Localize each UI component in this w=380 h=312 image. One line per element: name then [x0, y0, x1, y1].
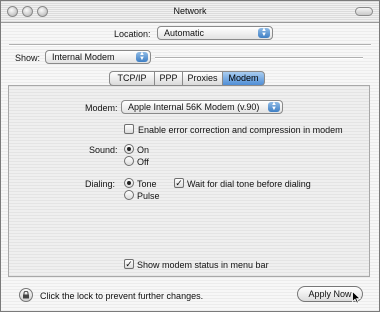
sound-label: Sound:: [89, 145, 118, 155]
lock-text: Click the lock to prevent further change…: [40, 291, 204, 301]
network-window: Network Location: Automatic ▲ ▼ Show: Int…: [0, 0, 380, 312]
show-status-label: Show modem status in menu bar: [137, 260, 269, 270]
sound-off-label: Off: [137, 157, 149, 167]
dialing-pulse-radio[interactable]: [124, 190, 134, 200]
dialing-label: Dialing:: [85, 179, 116, 189]
checkmark-icon: ✓: [175, 178, 183, 188]
pointer-cursor-icon: [352, 291, 361, 304]
title-bar: Network: [1, 1, 379, 23]
tab-tcpip[interactable]: TCP/IP: [109, 71, 154, 86]
show-status-checkbox[interactable]: ✓: [124, 259, 134, 269]
show-value: Internal Modem: [52, 52, 115, 62]
error-correction-label: Enable error correction and compression …: [138, 125, 343, 135]
error-correction-checkbox[interactable]: [124, 124, 134, 134]
wait-dial-tone-label: Wait for dial tone before dialing: [187, 179, 311, 189]
tab-proxies[interactable]: Proxies: [182, 71, 222, 86]
updown-arrows-icon: ▲ ▼: [258, 27, 270, 38]
location-label: Location:: [114, 29, 151, 39]
window-title: Network: [173, 6, 207, 16]
modem-popup[interactable]: Apple Internal 56K Modem (v.90) ▲ ▼: [121, 100, 283, 114]
lock-icon: [23, 291, 29, 299]
dialing-pulse-label: Pulse: [137, 191, 160, 201]
toolbar-toggle-button[interactable]: [355, 7, 373, 16]
location-popup[interactable]: Automatic ▲ ▼: [157, 26, 273, 40]
separator: [9, 44, 371, 46]
updown-arrows-icon: ▲ ▼: [268, 101, 280, 112]
separator: [155, 57, 363, 59]
dialing-tone-radio[interactable]: [124, 178, 134, 188]
dialing-tone-label: Tone: [137, 179, 157, 189]
updown-arrows-icon: ▲ ▼: [136, 51, 148, 62]
sound-on-radio[interactable]: [124, 144, 134, 154]
tab-bar: TCP/IP PPP Proxies Modem: [109, 71, 265, 86]
tab-modem[interactable]: Modem: [222, 71, 265, 86]
show-popup[interactable]: Internal Modem ▲ ▼: [45, 50, 151, 64]
sound-on-label: On: [137, 145, 150, 155]
modem-value: Apple Internal 56K Modem (v.90): [128, 102, 260, 112]
show-label: Show:: [15, 53, 41, 63]
lock-button[interactable]: [19, 288, 33, 302]
sound-off-radio[interactable]: [124, 156, 134, 166]
checkmark-icon: ✓: [125, 259, 133, 269]
tab-ppp[interactable]: PPP: [154, 71, 182, 86]
location-value: Automatic: [164, 28, 205, 38]
wait-dial-tone-checkbox[interactable]: ✓: [174, 178, 184, 188]
modem-label: Modem:: [85, 103, 118, 113]
